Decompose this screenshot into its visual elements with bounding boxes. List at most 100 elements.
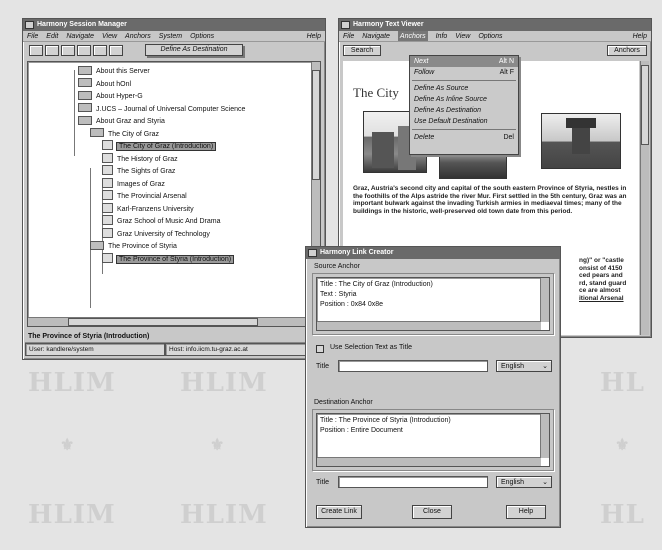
tree-item-label: About hOnl <box>96 80 132 88</box>
scroll-thumb[interactable] <box>312 70 320 180</box>
menu-options[interactable]: Options <box>190 31 214 41</box>
anchors-button[interactable]: Anchors <box>607 45 647 56</box>
toolbar-forward-button[interactable] <box>45 45 59 56</box>
define-destination-tooltip[interactable]: Define As Destination <box>145 44 243 56</box>
menu-navigate[interactable]: Navigate <box>66 31 94 41</box>
use-selection-label: Use Selection Text as Title <box>330 344 412 351</box>
anchors-menu-item[interactable]: Next Alt N <box>410 56 518 67</box>
tree-item[interactable]: The Province of Styria <box>90 240 177 253</box>
status-user: User: kandlere/system <box>25 343 165 356</box>
toolbar-back-button[interactable] <box>29 45 43 56</box>
status-title: The Province of Styria (Introduction) <box>25 331 323 343</box>
anchors-menu-item[interactable]: Define As Inline Source <box>410 94 518 105</box>
text-viewer-titlebar[interactable]: Harmony Text Viewer <box>339 19 651 31</box>
anchors-menu-item[interactable]: Define As Destination <box>410 105 518 116</box>
menu-anchors[interactable]: Anchors <box>125 31 151 41</box>
session-toolbar: Define As Destination <box>25 44 323 58</box>
document-icon <box>102 215 113 226</box>
toolbar-up-button[interactable] <box>61 45 75 56</box>
tree-item[interactable]: The Provincial Arsenal <box>102 190 187 203</box>
tree-item[interactable]: The Sights of Graz <box>102 165 175 178</box>
toolbar-home-button[interactable] <box>77 45 91 56</box>
scroll-thumb[interactable] <box>641 65 649 145</box>
scroll-thumb[interactable] <box>68 318 258 326</box>
create-link-button[interactable]: Create Link <box>316 505 362 519</box>
viewer-vertical-scrollbar[interactable] <box>640 61 649 335</box>
destination-anchor-list[interactable]: Title : The Province of Styria (Introduc… <box>316 413 550 467</box>
menu-navigate[interactable]: Navigate <box>362 31 390 41</box>
text-viewer-menubar: File Navigate Anchors Info View Options … <box>339 31 651 42</box>
destination-title-line: Title : The Province of Styria (Introduc… <box>320 417 451 424</box>
destination-language-select[interactable]: English ⌄ <box>496 476 552 488</box>
close-button[interactable]: Close <box>412 505 452 519</box>
tree-item[interactable]: About Hyper-G <box>78 90 143 103</box>
menu-edit[interactable]: Edit <box>46 31 58 41</box>
tree-item[interactable]: J.UCS – Journal of Universal Computer Sc… <box>78 103 245 116</box>
anchors-menu-item[interactable]: Follow Alt F <box>410 67 518 78</box>
destination-vertical-scrollbar[interactable] <box>540 414 549 458</box>
menu-anchors[interactable]: Anchors <box>397 31 428 41</box>
menu-view[interactable]: View <box>102 31 117 41</box>
source-title-line: Title : The City of Graz (Introduction) <box>320 281 433 288</box>
destination-title-input[interactable] <box>338 476 488 488</box>
tree-horizontal-scrollbar[interactable] <box>28 317 314 326</box>
anchors-menu-item[interactable]: Use Default Destination <box>410 116 518 127</box>
menu-file[interactable]: File <box>27 31 38 41</box>
source-title-input[interactable] <box>338 360 488 372</box>
tree-item[interactable]: Karl-Franzens University <box>102 202 194 216</box>
session-manager-titlebar[interactable]: Harmony Session Manager <box>23 19 325 31</box>
anchors-menu-item[interactable]: Define As Source <box>410 83 518 94</box>
folder-icon <box>78 78 92 88</box>
tree-item[interactable]: The City of Graz <box>90 128 159 141</box>
tree-item[interactable]: The City of Graz (Introduction) <box>102 140 217 153</box>
watermark-logo: HL <box>600 368 645 398</box>
source-anchor-list[interactable]: Title : The City of Graz (Introduction) … <box>316 277 550 331</box>
tree-item[interactable]: The History of Graz <box>102 152 178 166</box>
toolbar-stop-button[interactable] <box>93 45 107 56</box>
use-selection-checkbox[interactable] <box>316 345 324 353</box>
window-menu-icon[interactable] <box>25 21 34 29</box>
tree-item[interactable]: Images of Graz <box>102 177 165 191</box>
document-icon <box>102 140 113 151</box>
anchors-dropdown-menu: Next Alt N Follow Alt F Define As Source Defi… <box>409 55 519 155</box>
watermark-seal: ⚜ <box>615 435 631 454</box>
menu-view[interactable]: View <box>455 31 470 41</box>
tree-item[interactable]: About this Server <box>78 65 150 78</box>
toolbar-next-button[interactable] <box>109 45 123 56</box>
menu-info[interactable]: Info <box>436 31 448 41</box>
source-language-select[interactable]: English ⌄ <box>496 360 552 372</box>
menu-help[interactable]: Help <box>633 31 647 41</box>
search-button[interactable]: Search <box>343 45 381 56</box>
help-button[interactable]: Help <box>506 505 546 519</box>
link-creator-titlebar[interactable]: Harmony Link Creator <box>306 247 560 259</box>
destination-horizontal-scrollbar[interactable] <box>317 457 541 466</box>
tree-item-label: The Province of Styria (Introduction) <box>115 254 235 264</box>
document-right-text: ng)" or "castle onsist of 4150 ced pears… <box>579 257 639 303</box>
document-icon <box>102 227 113 238</box>
text-fragment: ced pears and <box>579 272 623 280</box>
tree-item[interactable]: About hOnl <box>78 78 132 91</box>
menu-system[interactable]: System <box>159 31 182 41</box>
tree-item[interactable]: Graz School of Music And Drama <box>102 215 221 228</box>
tree-item-label: Graz University of Technology <box>117 230 210 238</box>
document-icon <box>102 190 113 201</box>
source-horizontal-scrollbar[interactable] <box>317 321 541 330</box>
menu-separator <box>412 80 516 81</box>
tree-item[interactable]: About Graz and Styria <box>78 115 165 128</box>
window-menu-icon[interactable] <box>341 21 350 29</box>
anchors-menu-item[interactable]: Delete Del <box>410 132 518 143</box>
window-menu-icon[interactable] <box>308 249 317 257</box>
menu-file[interactable]: File <box>343 31 354 41</box>
text-fragment: ce are almost <box>579 287 621 295</box>
folder-icon <box>78 103 92 113</box>
folder-icon <box>90 128 104 138</box>
desktop: HLIM HLIM HLIM HLIM HL HL ⚜ ⚜ ⚜ Harmony … <box>0 0 662 550</box>
menu-item-accelerator: Alt N <box>498 58 514 65</box>
menu-help[interactable]: Help <box>307 31 321 41</box>
source-vertical-scrollbar[interactable] <box>540 278 549 322</box>
tree-item[interactable]: The Province of Styria (Introduction) <box>102 252 235 266</box>
source-anchor-label: Source Anchor <box>314 263 360 270</box>
folder-icon <box>78 65 92 75</box>
tree-item[interactable]: Graz University of Technology <box>102 227 210 241</box>
menu-options[interactable]: Options <box>478 31 502 41</box>
